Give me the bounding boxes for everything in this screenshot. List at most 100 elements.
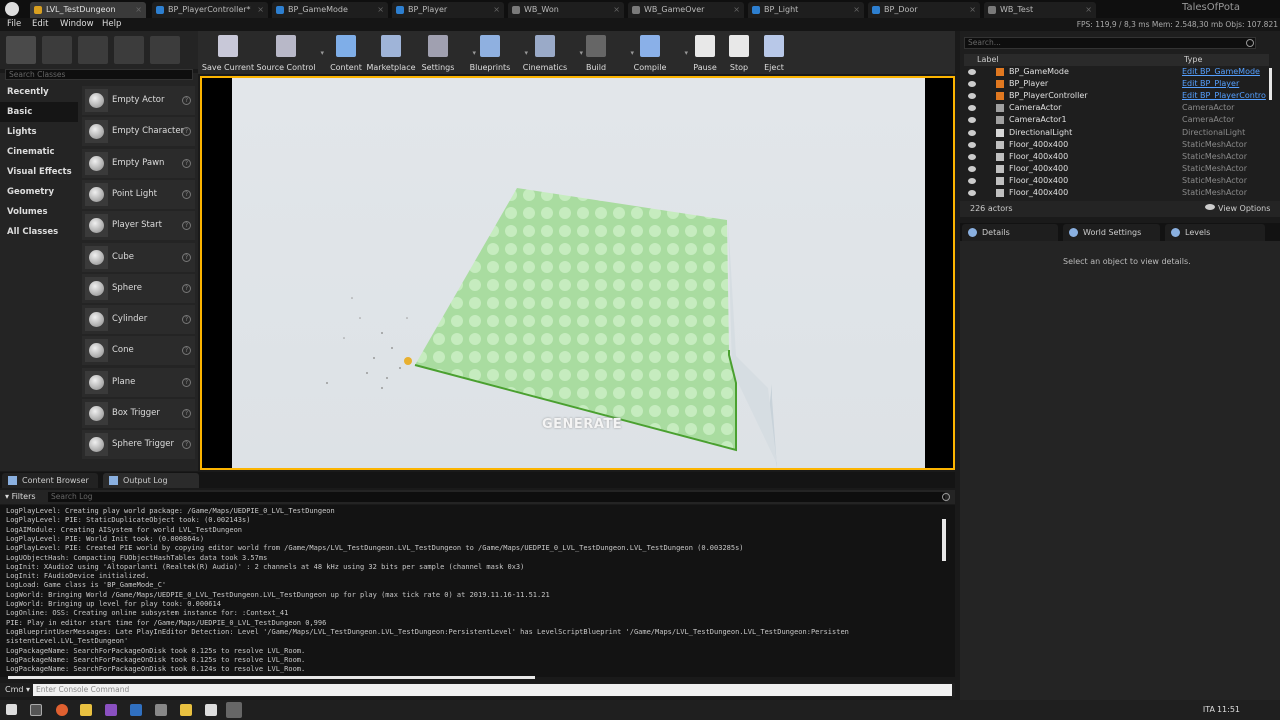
outliner-search-input[interactable]: Search...: [964, 37, 1256, 49]
filters-button[interactable]: ▾ Filters: [5, 492, 36, 501]
editor-tab[interactable]: BP_Player ×: [392, 2, 504, 18]
actor-type[interactable]: Edit BP_Player: [1182, 78, 1239, 90]
place-item-empty-actor[interactable]: Empty Actor?: [82, 86, 195, 115]
place-item-cube[interactable]: Cube?: [82, 242, 195, 272]
start-icon[interactable]: [6, 704, 17, 715]
category-all-classes[interactable]: All Classes: [0, 222, 78, 242]
close-icon[interactable]: ×: [1085, 2, 1092, 18]
place-item-player-start[interactable]: Player Start?: [82, 211, 195, 241]
help-icon[interactable]: ?: [182, 252, 191, 262]
help-icon[interactable]: ?: [182, 346, 191, 356]
help-icon[interactable]: ?: [182, 315, 191, 325]
place-item-box-trigger[interactable]: Box Trigger?: [82, 399, 195, 428]
visual-studio-icon[interactable]: [105, 704, 117, 716]
eye-icon[interactable]: [968, 190, 976, 196]
outliner-row[interactable]: DirectionalLight DirectionalLight: [964, 127, 1269, 139]
menu-window[interactable]: Window: [60, 18, 94, 31]
unreal-launcher-icon[interactable]: [205, 704, 217, 716]
vs-code-icon[interactable]: [130, 704, 142, 716]
actor-type[interactable]: Edit BP_GameMode: [1182, 66, 1260, 78]
eye-icon[interactable]: [968, 93, 976, 100]
category-visual-effects[interactable]: Visual Effects: [0, 162, 78, 182]
outliner-row[interactable]: Floor_400x400 StaticMeshActor: [964, 187, 1269, 199]
tab-details[interactable]: Details: [962, 224, 1058, 241]
tab-levels[interactable]: Levels: [1165, 224, 1265, 241]
outliner-row[interactable]: Floor_400x400 StaticMeshActor: [964, 139, 1269, 151]
close-icon[interactable]: ×: [613, 2, 620, 18]
search-icon[interactable]: [1246, 39, 1254, 47]
category-recently-placed[interactable]: Recently Placed: [0, 82, 78, 117]
menu-edit[interactable]: Edit: [32, 18, 48, 31]
help-icon[interactable]: ?: [182, 409, 191, 418]
help-icon[interactable]: ?: [182, 158, 191, 168]
outliner-row[interactable]: BP_GameMode Edit BP_GameMode: [964, 66, 1269, 78]
cmd-dropdown[interactable]: Cmd ▾: [5, 685, 30, 694]
editor-tab[interactable]: LVL_TestDungeon ×: [30, 2, 146, 18]
view-options-button[interactable]: View Options: [1218, 204, 1270, 213]
eye-icon[interactable]: [968, 141, 976, 148]
blueprints-button[interactable]: Blueprints ▾: [460, 33, 528, 73]
geometry-mode-icon[interactable]: [150, 36, 180, 64]
log-horizontal-scrollbar[interactable]: [8, 676, 535, 679]
eye-icon[interactable]: [968, 153, 976, 160]
search-log-input[interactable]: Search Log: [48, 492, 945, 502]
outliner-row[interactable]: BP_Player Edit BP_Player: [964, 78, 1269, 90]
place-item-sphere[interactable]: Sphere?: [82, 273, 195, 303]
outliner-row[interactable]: CameraActor1 CameraActor: [964, 114, 1269, 126]
save-current-button[interactable]: Save Current: [198, 33, 258, 73]
help-icon[interactable]: ?: [182, 377, 191, 387]
close-icon[interactable]: ×: [135, 2, 142, 18]
help-icon[interactable]: ?: [182, 221, 191, 231]
place-item-sphere-trigger[interactable]: Sphere Trigger?: [82, 430, 195, 460]
eye-icon[interactable]: [968, 81, 976, 88]
outliner-scrollbar[interactable]: [1269, 68, 1272, 100]
place-item-plane[interactable]: Plane?: [82, 367, 195, 397]
close-icon[interactable]: ×: [377, 2, 384, 18]
editor-tab[interactable]: BP_Door ×: [868, 2, 980, 18]
help-icon[interactable]: ?: [182, 440, 191, 450]
help-icon[interactable]: ?: [182, 283, 191, 293]
menu-file[interactable]: File: [7, 18, 21, 31]
place-item-empty-pawn[interactable]: Empty Pawn?: [82, 148, 195, 178]
category-cinematic[interactable]: Cinematic: [0, 142, 78, 162]
task-view-icon[interactable]: [30, 704, 42, 716]
file-explorer-icon[interactable]: [80, 704, 92, 716]
eject-button[interactable]: Eject: [744, 33, 804, 73]
place-mode-icon[interactable]: [6, 36, 36, 64]
editor-tab[interactable]: WB_Test ×: [984, 2, 1096, 18]
close-icon[interactable]: ×: [733, 2, 740, 18]
search-classes-input[interactable]: Search Classes: [5, 69, 193, 80]
calculator-icon[interactable]: [155, 704, 167, 716]
paint-mode-icon[interactable]: [42, 36, 72, 64]
editor-tab[interactable]: WB_Won ×: [508, 2, 624, 18]
close-icon[interactable]: ×: [257, 2, 264, 18]
build-button[interactable]: Build ▾: [566, 33, 634, 73]
category-geometry[interactable]: Geometry: [0, 182, 78, 202]
category-volumes[interactable]: Volumes: [0, 202, 78, 222]
editor-tab[interactable]: BP_Light ×: [748, 2, 864, 18]
search-icon[interactable]: [942, 493, 950, 501]
firefox-icon[interactable]: [56, 704, 68, 716]
close-icon[interactable]: ×: [493, 2, 500, 18]
outliner-row[interactable]: Floor_400x400 StaticMeshActor: [964, 175, 1269, 187]
eye-icon[interactable]: [968, 165, 976, 172]
close-icon[interactable]: ×: [969, 2, 976, 18]
compile-button[interactable]: Compile ▾: [620, 33, 688, 73]
eye-icon[interactable]: [968, 105, 976, 112]
language-indicator[interactable]: ITA: [1203, 700, 1215, 720]
outliner-row[interactable]: Floor_400x400 StaticMeshActor: [964, 151, 1269, 163]
eye-icon[interactable]: [968, 129, 976, 136]
place-item-point-light[interactable]: Point Light?: [82, 179, 195, 209]
level-viewport[interactable]: GENERATE: [200, 76, 955, 470]
tab-content-browser[interactable]: Content Browser: [2, 473, 98, 488]
place-item-cylinder[interactable]: Cylinder?: [82, 305, 195, 335]
generate-button[interactable]: GENERATE: [542, 417, 622, 432]
log-scrollbar[interactable]: [942, 519, 946, 561]
help-icon[interactable]: ?: [182, 127, 191, 137]
category-basic[interactable]: Basic: [0, 102, 78, 122]
settings-button[interactable]: Settings ▾: [408, 33, 476, 73]
help-icon[interactable]: ?: [182, 96, 191, 105]
editor-tab[interactable]: BP_PlayerController* ×: [152, 2, 268, 18]
clock[interactable]: 11:51: [1217, 700, 1240, 720]
eye-icon[interactable]: [968, 69, 976, 75]
